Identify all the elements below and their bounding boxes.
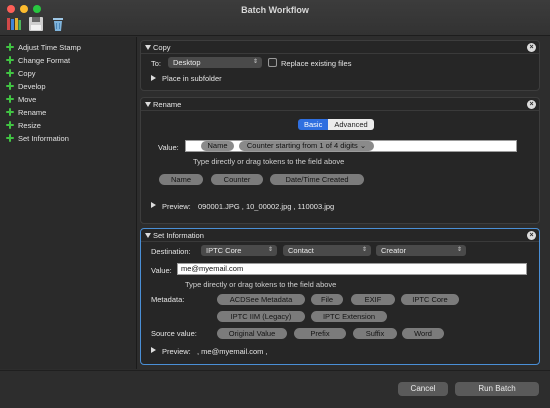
preview-label: Preview:: [162, 347, 191, 356]
replace-existing-label: Replace existing files: [281, 59, 352, 68]
trash-icon[interactable]: [50, 16, 66, 32]
token-counter[interactable]: Counter starting from 1 of 4 digits ⌄: [239, 141, 374, 151]
token-counter-pill[interactable]: Counter: [211, 174, 263, 185]
collapse-icon: [145, 233, 151, 238]
remove-set-information-button[interactable]: ×: [527, 231, 536, 240]
copy-panel: Copy × To: Desktop ⇕ Replace existing fil…: [140, 40, 540, 91]
sidebar-item-set-information[interactable]: Set Information: [6, 132, 69, 144]
title-bar: Batch Workflow: [0, 0, 550, 36]
token-original-value[interactable]: Original Value: [217, 328, 287, 339]
sidebar-item-rename[interactable]: Rename: [6, 106, 46, 118]
stepper-icon: ⇕: [252, 59, 258, 65]
add-icon: [6, 43, 14, 51]
copy-panel-header[interactable]: Copy: [145, 43, 171, 52]
remove-rename-button[interactable]: ×: [527, 100, 536, 109]
books-icon[interactable]: [6, 16, 22, 32]
cancel-button[interactable]: Cancel: [398, 382, 448, 396]
preview-label: Preview:: [162, 202, 191, 211]
sidebar-item-move[interactable]: Move: [6, 93, 36, 105]
tab-basic[interactable]: Basic: [298, 119, 329, 130]
token-name[interactable]: Name: [201, 141, 234, 151]
add-icon: [6, 69, 14, 77]
stepper-icon: ⇕: [361, 247, 367, 253]
remove-copy-button[interactable]: ×: [527, 43, 536, 52]
divider: [141, 241, 539, 242]
preview-value: , me@myemail.com ,: [197, 347, 268, 356]
add-icon: [6, 95, 14, 103]
metadata-label: Metadata:: [151, 295, 185, 304]
destination-schema-select[interactable]: IPTC Core ⇕: [201, 245, 277, 256]
expand-subfolder-icon[interactable]: [151, 75, 156, 81]
value-label: Value:: [151, 266, 172, 275]
add-icon: [6, 56, 14, 64]
expand-preview-icon[interactable]: [151, 202, 156, 208]
token-exif[interactable]: EXIF: [351, 294, 395, 305]
add-icon: [6, 121, 14, 129]
action-list: Adjust Time Stamp Change Format Copy Dev…: [0, 37, 137, 369]
rename-mode-segmented-control: Basic Advanced: [298, 119, 374, 130]
add-icon: [6, 134, 14, 142]
sidebar-item-change-format[interactable]: Change Format: [6, 54, 70, 66]
sidebar-item-develop[interactable]: Develop: [6, 80, 46, 92]
destination-label: Destination:: [151, 247, 191, 256]
value-label: Value:: [158, 143, 179, 152]
token-date-created-pill[interactable]: Date/Time Created: [270, 174, 364, 185]
sidebar-item-adjust-time-stamp[interactable]: Adjust Time Stamp: [6, 41, 81, 53]
token-suffix[interactable]: Suffix: [353, 328, 397, 339]
destination-folder-select[interactable]: Desktop ⇕: [168, 57, 262, 68]
stepper-icon: ⇕: [456, 247, 462, 253]
destination-field-select[interactable]: Creator ⇕: [376, 245, 466, 256]
replace-existing-checkbox[interactable]: [268, 58, 277, 67]
subfolder-label: Place in subfolder: [162, 74, 222, 83]
token-name-pill[interactable]: Name: [159, 174, 203, 185]
rename-panel: Rename × Basic Advanced Value: Name Coun…: [140, 97, 540, 224]
divider: [141, 53, 539, 54]
rename-hint: Type directly or drag tokens to the fiel…: [193, 157, 345, 166]
set-information-panel: Set Information × Destination: IPTC Core…: [140, 228, 540, 365]
sidebar-item-resize[interactable]: Resize: [6, 119, 41, 131]
token-iptc-extension[interactable]: IPTC Extension: [311, 311, 387, 322]
window-title: Batch Workflow: [241, 5, 309, 15]
add-icon: [6, 82, 14, 90]
information-value-field[interactable]: me@myemail.com: [177, 263, 527, 275]
token-file[interactable]: File: [311, 294, 343, 305]
save-icon[interactable]: [28, 16, 44, 32]
add-icon: [6, 108, 14, 116]
set-information-panel-header[interactable]: Set Information: [145, 231, 204, 240]
bottom-bar: Cancel Run Batch: [0, 370, 550, 408]
collapse-icon: [145, 45, 151, 50]
chevron-down-icon: ⌄: [359, 141, 367, 150]
tab-advanced[interactable]: Advanced: [328, 119, 374, 130]
token-iptc-iim-legacy[interactable]: IPTC IIM (Legacy): [217, 311, 305, 322]
rename-value-field[interactable]: Name Counter starting from 1 of 4 digits…: [185, 140, 517, 152]
preview-value: 090001.JPG , 10_00002.jpg , 110003.jpg: [198, 202, 335, 211]
source-value-label: Source value:: [151, 329, 197, 338]
stepper-icon: ⇕: [267, 247, 273, 253]
run-batch-button[interactable]: Run Batch: [455, 382, 539, 396]
to-label: To:: [151, 59, 162, 68]
set-information-hint: Type directly or drag tokens to the fiel…: [185, 280, 337, 289]
rename-panel-header[interactable]: Rename: [145, 100, 181, 109]
token-acdsee-metadata[interactable]: ACDSee Metadata: [217, 294, 305, 305]
destination-group-select[interactable]: Contact ⇕: [283, 245, 371, 256]
collapse-icon: [145, 102, 151, 107]
token-prefix[interactable]: Prefix: [294, 328, 346, 339]
expand-preview-icon[interactable]: [151, 347, 156, 353]
sidebar-item-copy[interactable]: Copy: [6, 67, 36, 79]
divider: [141, 110, 539, 111]
token-word[interactable]: Word: [402, 328, 444, 339]
token-iptc-core[interactable]: IPTC Core: [401, 294, 459, 305]
